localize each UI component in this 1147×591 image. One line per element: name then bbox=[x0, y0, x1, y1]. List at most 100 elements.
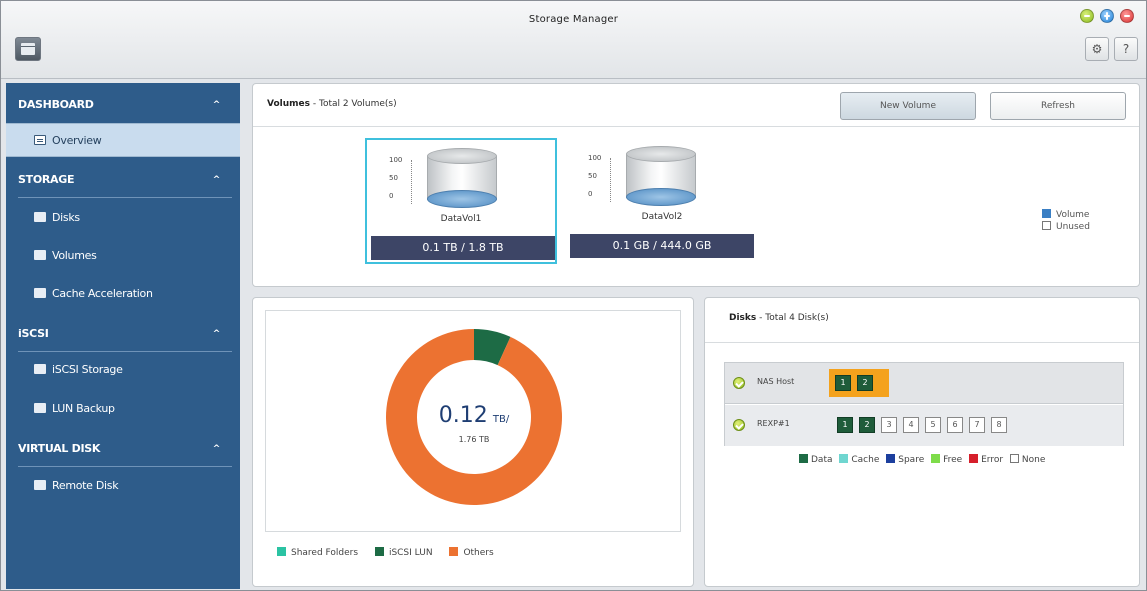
usage-capacity: 1.76 TB bbox=[458, 435, 490, 444]
disk-slot[interactable]: 8 bbox=[991, 417, 1007, 433]
legend-item-volume: Volume bbox=[1042, 209, 1090, 221]
volumes-header: Volumes - Total 2 Volume(s) New Volume R… bbox=[253, 84, 1139, 127]
legend-swatch bbox=[886, 454, 896, 463]
sidebar-item-lun-backup[interactable]: LUN Backup bbox=[6, 392, 240, 426]
status-ok-icon bbox=[733, 419, 745, 431]
disks-count: - Total 4 Disk(s) bbox=[756, 313, 829, 323]
legend-label: Unused bbox=[1056, 222, 1090, 232]
disk-slot[interactable]: 2 bbox=[859, 417, 875, 433]
volumes-title: Volumes - Total 2 Volume(s) bbox=[267, 99, 397, 109]
backup-icon bbox=[34, 403, 46, 413]
sidebar-section-virtual-disk[interactable]: VIRTUAL DISK ^ bbox=[6, 431, 240, 467]
volume-card-datavol2[interactable]: 100 50 0 DataVol2 0.1 GB / 444.0 GB bbox=[566, 138, 758, 264]
usage-total: 0.12 TB/ bbox=[266, 403, 682, 428]
sidebar-section-label: DASHBOARD bbox=[18, 98, 94, 111]
legend-item-others: Others bbox=[449, 547, 494, 558]
enclosure-name: NAS Host bbox=[757, 377, 795, 386]
legend-swatch bbox=[969, 454, 979, 463]
status-ok-icon bbox=[733, 377, 745, 389]
disks-title-label: Disks bbox=[729, 313, 757, 323]
disks-header: Disks - Total 4 Disk(s) bbox=[705, 298, 1139, 343]
legend-swatch bbox=[931, 454, 941, 463]
legend-label: Volume bbox=[1056, 210, 1090, 220]
sidebar-item-cache-acceleration[interactable]: Cache Acceleration bbox=[6, 277, 240, 311]
volume-icon bbox=[34, 250, 46, 260]
section-divider bbox=[18, 466, 232, 467]
close-button[interactable] bbox=[1120, 9, 1134, 23]
legend-label: Data bbox=[811, 455, 833, 465]
app-menu-icon[interactable] bbox=[15, 37, 41, 61]
sidebar-section-dashboard[interactable]: DASHBOARD ^ bbox=[6, 87, 240, 123]
disk-slot[interactable]: 2 bbox=[857, 375, 873, 391]
sidebar-item-label: Overview bbox=[52, 134, 102, 147]
title-bar: Storage Manager ⚙ ? bbox=[1, 1, 1146, 79]
legend-item-error: Error bbox=[969, 454, 1003, 465]
legend-swatch bbox=[1042, 209, 1051, 218]
maximize-button[interactable] bbox=[1100, 9, 1114, 23]
iscsi-storage-icon bbox=[34, 364, 46, 374]
legend-item-iscsi-lun: iSCSI LUN bbox=[374, 547, 433, 558]
enclosure-row-rexp1[interactable]: REXP#1 1 2 3 4 5 6 7 8 bbox=[725, 405, 1123, 446]
minimize-button[interactable] bbox=[1080, 9, 1094, 23]
disk-slot[interactable]: 1 bbox=[835, 375, 851, 391]
disk-slot[interactable]: 7 bbox=[969, 417, 985, 433]
dashboard-icon bbox=[34, 135, 46, 145]
sidebar-item-label: Remote Disk bbox=[52, 479, 119, 492]
section-divider bbox=[18, 197, 232, 198]
legend-label: Error bbox=[981, 455, 1004, 465]
volume-cylinder-icon bbox=[427, 148, 497, 208]
axis-tick: 0 bbox=[389, 192, 394, 200]
legend-label: Others bbox=[463, 548, 494, 558]
remote-disk-icon bbox=[34, 480, 46, 490]
chevron-up-icon[interactable]: ^ bbox=[213, 162, 221, 198]
chevron-up-icon[interactable]: ^ bbox=[213, 431, 221, 467]
sidebar-section-label: VIRTUAL DISK bbox=[18, 442, 101, 455]
sidebar-section-iscsi[interactable]: iSCSI ^ bbox=[6, 316, 240, 352]
legend-label: None bbox=[1021, 455, 1046, 465]
enclosure-row-nas-host[interactable]: NAS Host 1 2 bbox=[725, 363, 1123, 404]
chevron-up-icon[interactable]: ^ bbox=[213, 87, 221, 123]
volume-name: DataVol1 bbox=[440, 214, 482, 224]
legend-label: Free bbox=[943, 455, 963, 465]
legend-item-shared-folders: Shared Folders bbox=[277, 547, 358, 558]
disk-icon bbox=[34, 212, 46, 222]
chevron-up-icon[interactable]: ^ bbox=[213, 316, 221, 352]
sidebar-item-label: iSCSI Storage bbox=[52, 363, 123, 376]
sidebar-item-label: Volumes bbox=[52, 249, 97, 262]
volume-card-datavol1[interactable]: 100 50 0 DataVol1 0.1 TB / 1.8 TB bbox=[365, 138, 557, 264]
legend-label: Cache bbox=[851, 455, 880, 465]
new-volume-button[interactable]: New Volume bbox=[840, 92, 976, 120]
settings-gear-icon[interactable]: ⚙ bbox=[1085, 37, 1109, 61]
legend-item-spare: Spare bbox=[886, 454, 924, 465]
refresh-button[interactable]: Refresh bbox=[990, 92, 1126, 120]
axis-tick: 50 bbox=[588, 172, 597, 180]
disk-slot[interactable]: 4 bbox=[903, 417, 919, 433]
usage-chart-area: 0.12 TB/ 1.76 TB bbox=[265, 310, 681, 532]
sidebar-item-remote-disk[interactable]: Remote Disk bbox=[6, 469, 240, 503]
sidebar-item-disks[interactable]: Disks bbox=[6, 201, 240, 235]
volume-axis: 100 50 0 bbox=[588, 154, 614, 208]
sidebar-item-iscsi-storage[interactable]: iSCSI Storage bbox=[6, 353, 240, 387]
legend-label: iSCSI LUN bbox=[388, 548, 433, 558]
disk-slot[interactable]: 3 bbox=[881, 417, 897, 433]
disk-slot[interactable]: 6 bbox=[947, 417, 963, 433]
sidebar-item-overview[interactable]: Overview bbox=[6, 123, 240, 157]
window-title: Storage Manager bbox=[528, 14, 619, 25]
axis-tick: 50 bbox=[389, 174, 398, 182]
disk-slot[interactable]: 1 bbox=[837, 417, 853, 433]
sidebar-item-label: LUN Backup bbox=[52, 402, 115, 415]
disk-legend: Data Cache Spare Free Error None bbox=[799, 454, 1049, 465]
legend-swatch bbox=[839, 454, 849, 463]
axis-tick: 0 bbox=[588, 190, 593, 198]
usage-legend: Shared Folders iSCSI LUN Others bbox=[277, 547, 508, 558]
sidebar-item-volumes[interactable]: Volumes bbox=[6, 239, 240, 273]
usage-total-value: 0.12 bbox=[438, 403, 488, 428]
sidebar-section-label: iSCSI bbox=[18, 327, 49, 340]
help-icon[interactable]: ? bbox=[1114, 37, 1138, 61]
disk-slot[interactable]: 5 bbox=[925, 417, 941, 433]
legend-item-none: None bbox=[1009, 454, 1046, 465]
volume-legend: Volume Unused bbox=[1042, 209, 1090, 233]
legend-swatch bbox=[449, 547, 459, 556]
sidebar-section-storage[interactable]: STORAGE ^ bbox=[6, 162, 240, 198]
legend-item-unused: Unused bbox=[1042, 221, 1090, 233]
